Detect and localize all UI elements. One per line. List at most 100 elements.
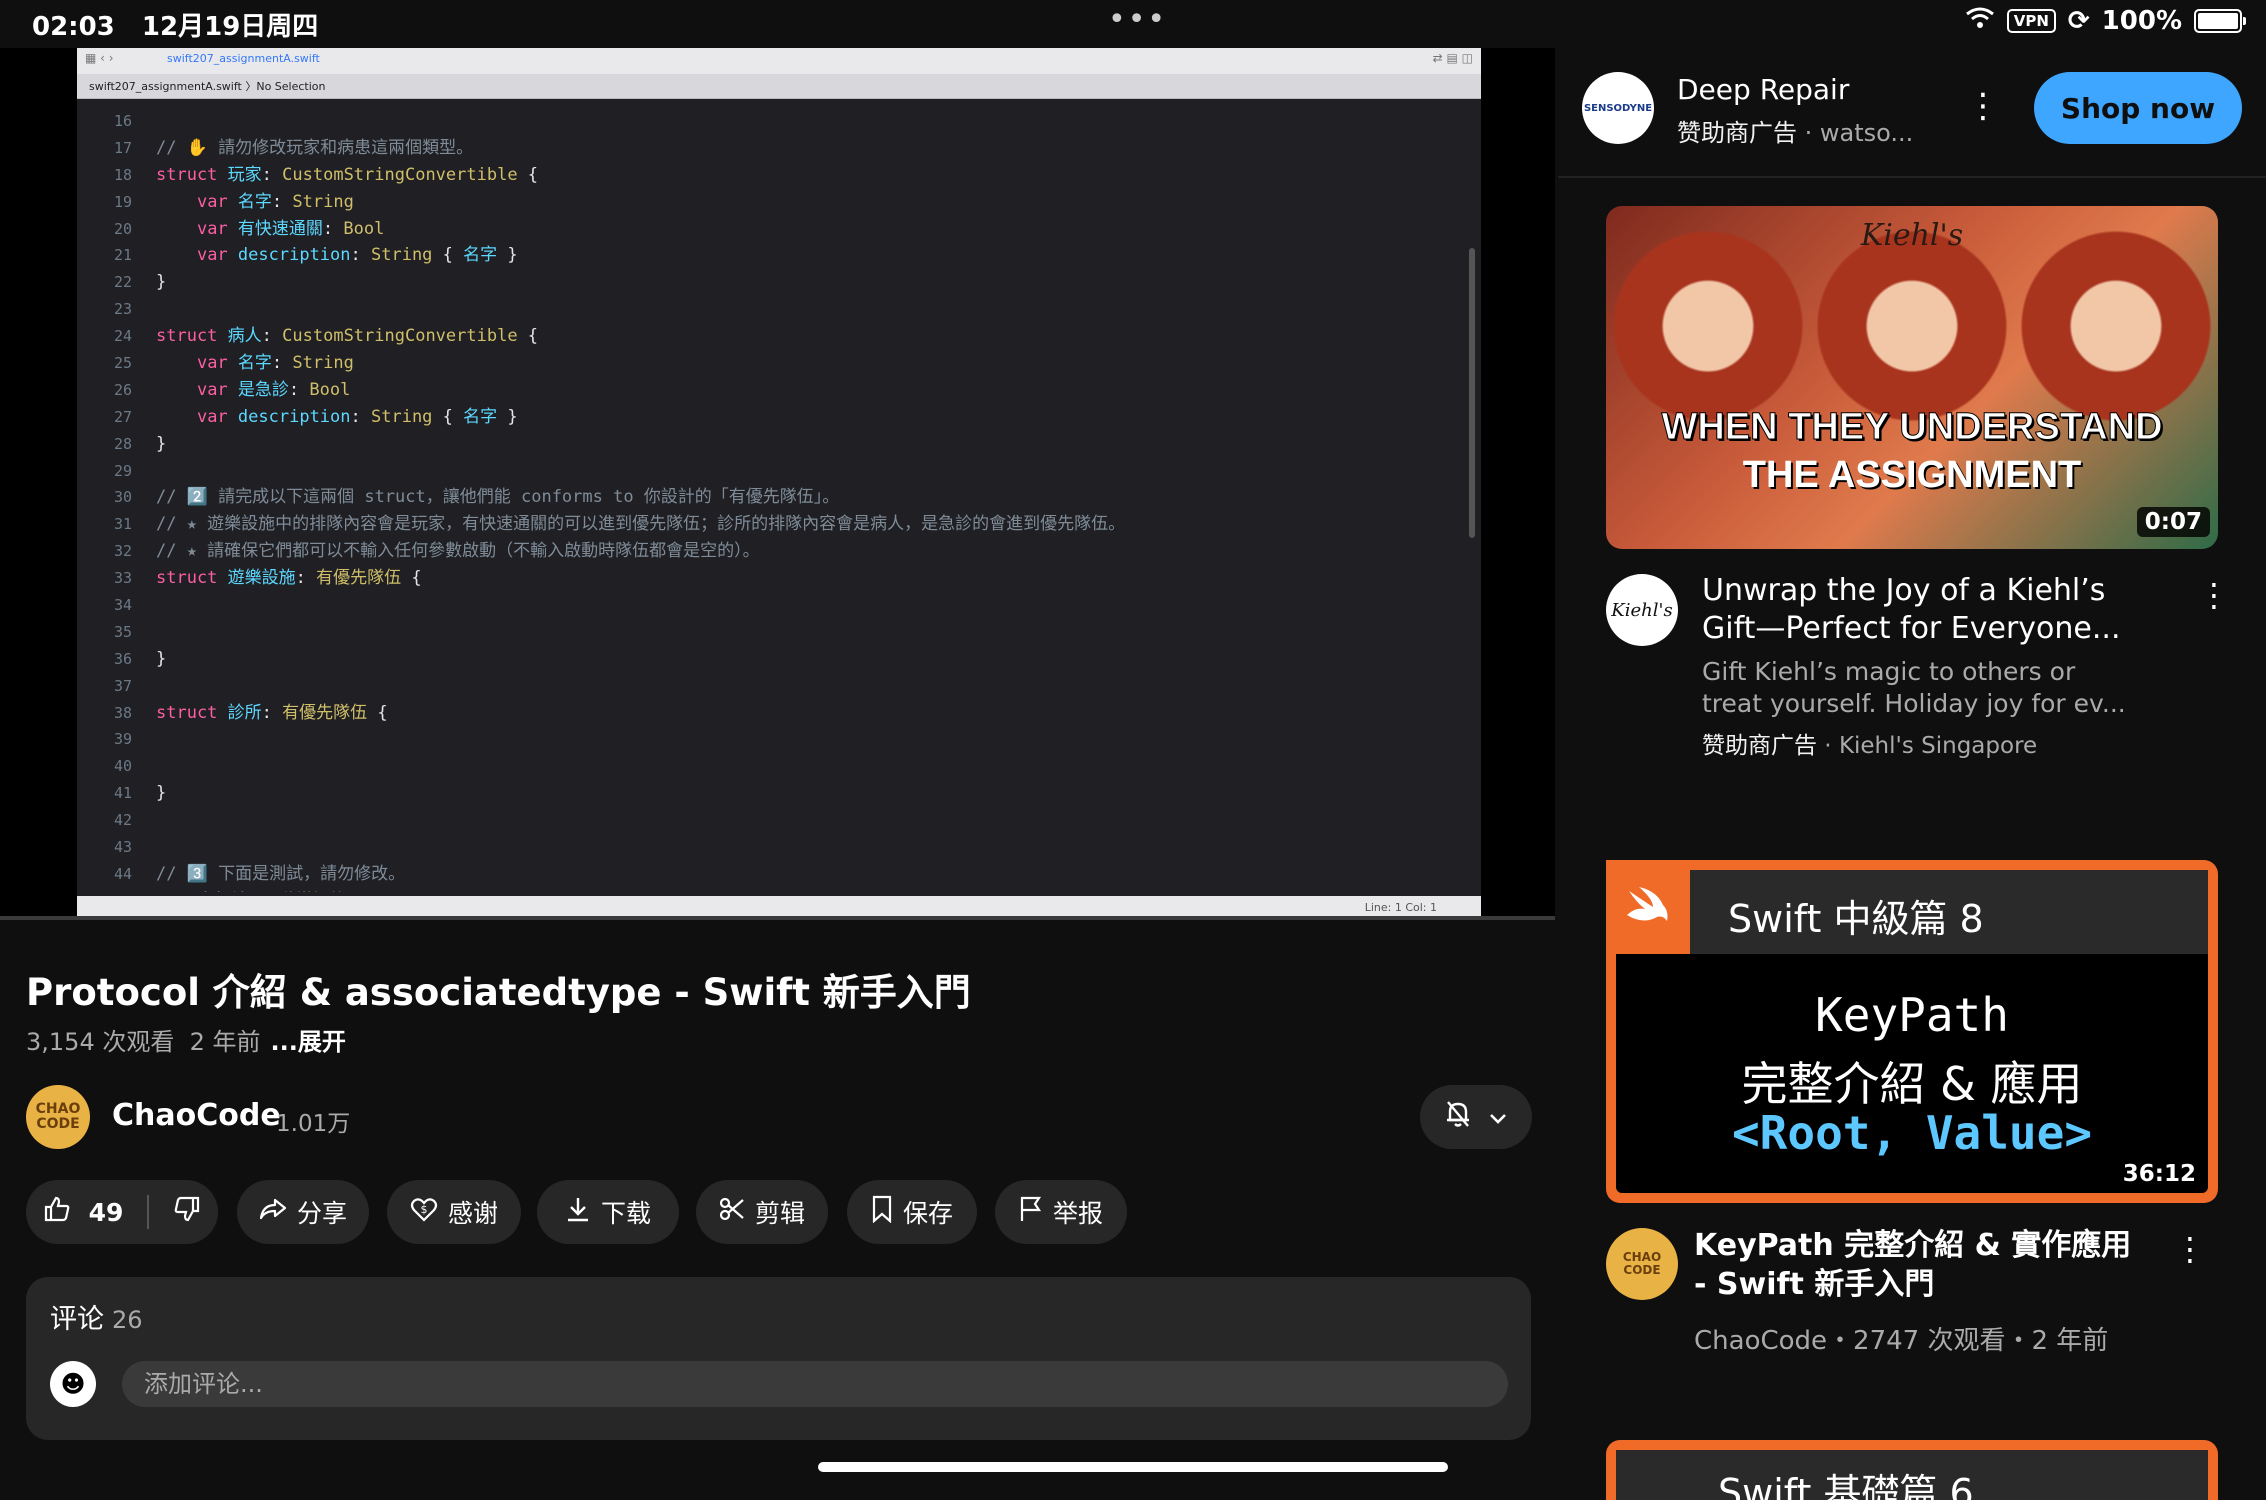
line-number: 38 xyxy=(113,703,132,722)
code-line: 16 xyxy=(77,108,1481,135)
video-duration: 0:07 xyxy=(2136,507,2210,537)
like-divider xyxy=(147,1195,150,1229)
status-time: 02:03 12月19日周四 xyxy=(32,12,319,42)
code-line: 21 var description: String { 名字 } xyxy=(77,242,1481,269)
report-button[interactable]: 举报 xyxy=(995,1180,1127,1244)
download-icon xyxy=(565,1195,591,1230)
code-text: var description: String { 名字 } xyxy=(196,406,518,427)
thumbnail-image: Swift 中級篇 8 KeyPath 完整介紹 & 應用 <Root, Val… xyxy=(1616,870,2208,1193)
line-number: 45 xyxy=(77,888,132,893)
code-text: var description: String { 名字 } xyxy=(196,245,518,266)
video-title-keypath[interactable]: KeyPath 完整介紹 & 實作應用 - Swift 新手入門 xyxy=(1694,1226,2154,1304)
line-number: 26 xyxy=(113,380,132,399)
more-icon[interactable]: ⋮ xyxy=(2174,1230,2206,1268)
add-comment-input[interactable]: 添加评论... xyxy=(122,1361,1508,1407)
code-text: struct 診所: 有優先隊伍 { xyxy=(156,702,388,723)
channel-avatar[interactable]: CHAO CODE xyxy=(26,1085,90,1149)
code-line: 28} xyxy=(77,431,1481,458)
chaocode-avatar[interactable]: CHAO CODE xyxy=(1606,1228,1678,1300)
ad-advertiser-avatar[interactable]: SENSODYNE xyxy=(1582,72,1654,144)
channel-name[interactable]: ChaoCode xyxy=(112,1098,281,1133)
code-text: var 名字: String xyxy=(196,191,354,212)
code-text: struct 病人: CustomStringConvertible { xyxy=(156,326,539,347)
kiehls-avatar[interactable]: Kiehl's xyxy=(1606,574,1678,646)
view-count: 3,154 次观看 xyxy=(26,1028,175,1056)
line-number: 31 xyxy=(113,515,132,534)
code-line: 19 var 名字: String xyxy=(77,189,1481,216)
code-line: 40 xyxy=(77,753,1481,780)
code-line: 23 xyxy=(77,296,1481,323)
code-line: 25 var 名字: String xyxy=(77,350,1481,377)
code-text: var 有快速通關: Bool xyxy=(196,218,385,239)
scissors-icon xyxy=(719,1196,745,1229)
swift-logo-icon xyxy=(1606,860,1690,954)
status-bar: 02:03 12月19日周四 ••• VPN ⟳ 100% xyxy=(0,0,2266,48)
line-number: 35 xyxy=(113,622,132,641)
code-line: 35 xyxy=(77,619,1481,646)
ad-title[interactable]: Deep Repair xyxy=(1677,73,1849,106)
code-line: 43 xyxy=(77,834,1481,861)
video-player[interactable]: ▦ ‹ › swift207_assignmentA.swift ⇄ ▤ ◫ s… xyxy=(0,48,1555,920)
bell-off-icon xyxy=(1445,1100,1471,1134)
more-icon[interactable]: ⋮ xyxy=(2198,576,2230,614)
download-label: 下载 xyxy=(600,1199,651,1228)
clip-button[interactable]: 剪辑 xyxy=(696,1180,828,1244)
line-number: 34 xyxy=(113,596,132,615)
share-button[interactable]: 分享 xyxy=(237,1180,369,1244)
thumbnail-keypath[interactable]: Swift 中級篇 8 KeyPath 完整介紹 & 應用 <Root, Val… xyxy=(1606,860,2218,1203)
thanks-button[interactable]: $ 感谢 xyxy=(387,1180,521,1244)
like-icon[interactable] xyxy=(43,1195,71,1230)
subscription-bell-button[interactable] xyxy=(1420,1085,1532,1149)
line-number: 43 xyxy=(113,838,132,857)
line-number: 18 xyxy=(113,165,132,184)
user-avatar: ☻ xyxy=(50,1361,96,1407)
line-number: 22 xyxy=(113,273,132,292)
line-number: 24 xyxy=(113,327,132,346)
xcode-toolbar: ▦ ‹ › swift207_assignmentA.swift ⇄ ▤ ◫ xyxy=(77,48,1481,74)
video-duration: 36:12 xyxy=(2114,1159,2204,1189)
code-line: 37 xyxy=(77,673,1481,700)
thanks-label: 感谢 xyxy=(447,1199,498,1228)
code-text: var 大怒神 = 遊樂設施() xyxy=(156,891,367,892)
home-indicator[interactable] xyxy=(818,1462,1448,1472)
line-number: 20 xyxy=(113,219,132,238)
code-line: 26 var 是急診: Bool xyxy=(77,377,1481,404)
thumbnail-series: Swift 中級篇 8 xyxy=(1728,897,1984,941)
video-meta-keypath: ChaoCode・2747 次观看・2 年前 xyxy=(1694,1326,2109,1356)
code-text: // ★ 遊樂設施中的排隊內容會是玩家，有快速通關的可以進到優先隊伍；診所的排隊… xyxy=(156,514,1126,535)
thumbnail-next[interactable]: Swift 基礎篇 6 xyxy=(1606,1440,2218,1500)
line-number: 29 xyxy=(113,461,132,480)
dislike-icon[interactable] xyxy=(173,1195,201,1230)
video-frame-xcode: ▦ ‹ › swift207_assignmentA.swift ⇄ ▤ ◫ s… xyxy=(77,48,1481,920)
xcode-jump-bar: swift207_assignmentA.swift 〉No Selection xyxy=(77,74,1481,99)
comments-count: 26 xyxy=(112,1306,143,1334)
thumbnail-kiehls[interactable]: Kiehl's WHEN THEY UNDERSTAND THE ASSIGNM… xyxy=(1606,206,2218,549)
line-number: 33 xyxy=(113,569,132,588)
like-count: 49 xyxy=(88,1197,124,1227)
download-button[interactable]: 下载 xyxy=(537,1180,679,1244)
upload-age: 2 年前 xyxy=(189,1028,261,1056)
code-text: } xyxy=(156,272,167,293)
line-number: 32 xyxy=(113,542,132,561)
ad-more-icon[interactable]: ⋮ xyxy=(1966,86,2000,126)
expand-description[interactable]: ...展开 xyxy=(271,1028,346,1056)
battery-percent: 100% xyxy=(2101,6,2182,36)
multitask-dots[interactable]: ••• xyxy=(1108,2,1167,37)
code-text: } xyxy=(156,648,167,669)
comments-header: 评论 26 xyxy=(50,1304,143,1335)
code-text: struct 玩家: CustomStringConvertible { xyxy=(156,164,539,185)
line-number: 17 xyxy=(113,138,132,157)
status-icons: VPN ⟳ 100% xyxy=(1965,6,2246,36)
video-title-kiehls[interactable]: Unwrap the Joy of a Kiehl’s Gift—Perfect… xyxy=(1702,572,2142,648)
like-dislike-group: 49 xyxy=(26,1180,218,1244)
save-button[interactable]: 保存 xyxy=(847,1180,977,1244)
comments-panel[interactable]: 评论 26 ☻ 添加评论... xyxy=(26,1277,1531,1440)
wifi-icon xyxy=(1965,6,1995,36)
orientation-lock-icon: ⟳ xyxy=(2067,6,2090,36)
xcode-nav-icons: ▦ ‹ › xyxy=(85,51,114,65)
code-line: 34 xyxy=(77,592,1481,619)
code-line: 31 // ★ 遊樂設施中的排隊內容會是玩家，有快速通關的可以進到優先隊伍；診所的… xyxy=(77,511,1481,538)
code-line: 20 var 有快速通關: Bool xyxy=(77,216,1481,243)
shop-now-button[interactable]: Shop now xyxy=(2034,72,2242,144)
video-progress-bar[interactable] xyxy=(0,916,1555,920)
